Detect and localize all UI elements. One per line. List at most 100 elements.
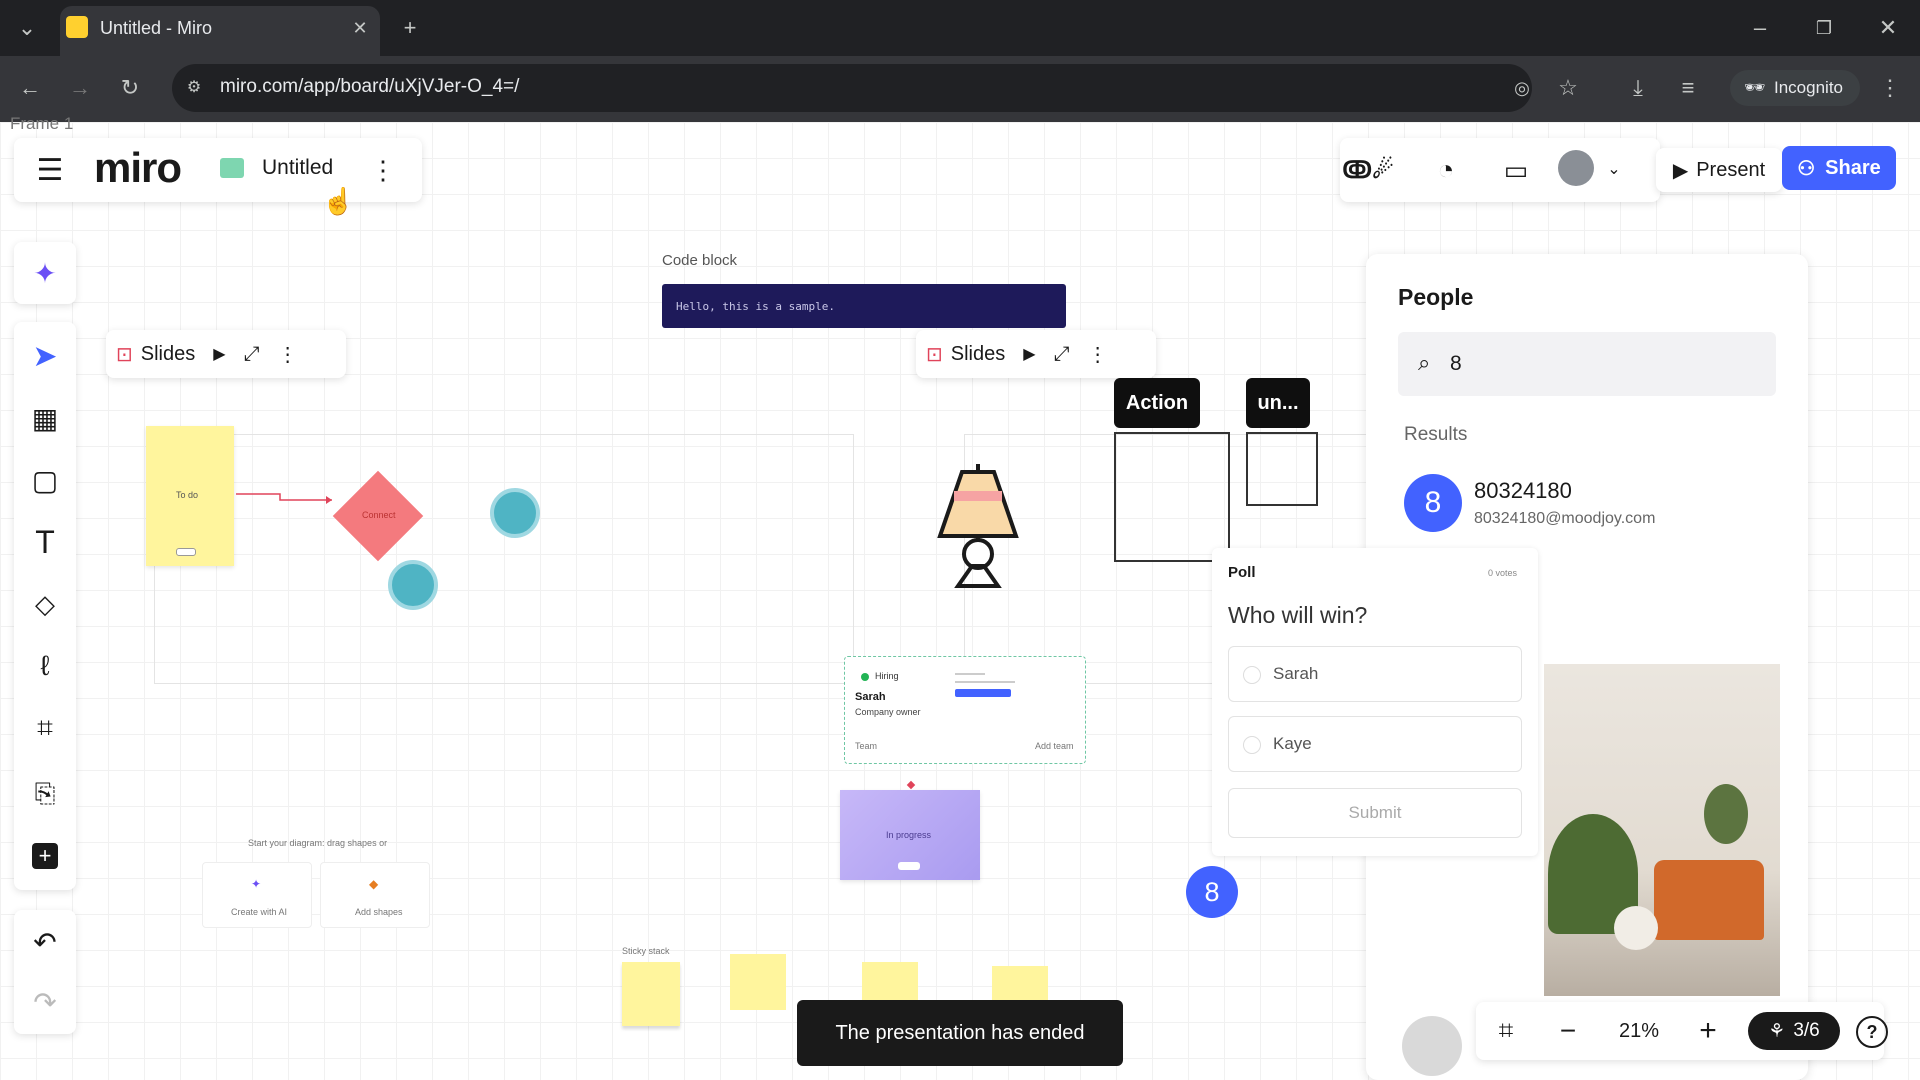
sticky-note[interactable] — [730, 954, 786, 1010]
todo-label: To do — [176, 490, 199, 500]
frame-tool-icon[interactable]: ⌗ — [14, 700, 76, 756]
incognito-icon: 🕶 — [1744, 78, 1766, 97]
create-ai-label: Create with AI — [231, 907, 288, 917]
slides-more-icon[interactable]: ⋮ — [1088, 342, 1108, 367]
tab-list-icon[interactable]: ⌄ — [9, 10, 45, 46]
comments-icon[interactable]: ◔ — [1424, 150, 1468, 190]
bookmark-star-icon[interactable]: ☆ — [1550, 70, 1586, 106]
sticky-note-icon[interactable]: ▢ — [14, 452, 76, 508]
people-search-input[interactable]: ⌕ 8 — [1398, 332, 1776, 396]
new-tab-icon[interactable]: + — [392, 10, 428, 46]
pages-count: 3/6 — [1793, 1020, 1820, 1041]
collaborator-avatar[interactable] — [388, 560, 438, 610]
upload-icon[interactable]: ⎘ — [14, 766, 76, 822]
download-icon[interactable]: ⤓ — [1620, 70, 1656, 106]
frame-label[interactable]: Frame 1 — [10, 114, 73, 134]
ai-toolbar: ✦ — [14, 242, 76, 304]
play-slides-icon[interactable]: ▶ — [213, 344, 225, 364]
add-shapes-button[interactable]: ◆ Add shapes — [320, 862, 430, 928]
poll-submit-button[interactable]: Submit — [1228, 788, 1522, 838]
code-block[interactable]: Hello, this is a sample. — [662, 284, 1066, 328]
board-menu-icon[interactable]: ⋮ — [368, 150, 398, 190]
connector-arrow[interactable] — [232, 488, 342, 508]
back-icon[interactable]: ← — [12, 70, 48, 106]
sticky-note[interactable] — [622, 962, 680, 1026]
interior-photo[interactable] — [1544, 664, 1780, 996]
miro-logo[interactable]: miro — [94, 144, 182, 192]
frame-outline[interactable] — [154, 434, 854, 684]
lasso-pen-icon[interactable]: ℓ — [14, 638, 76, 694]
creation-toolbar: ➤ ▦ ▢ T ◇ ℓ ⌗ ⎘ + — [14, 322, 76, 890]
expand-icon[interactable]: ⤢ — [1054, 343, 1070, 366]
slides-label[interactable]: Slides — [141, 343, 195, 366]
zoom-out-icon[interactable]: − — [1550, 1012, 1586, 1050]
slides-icon: ⊡ — [926, 343, 943, 366]
text-tool-icon[interactable]: T — [14, 514, 76, 570]
action-box[interactable] — [1114, 432, 1230, 562]
board-title[interactable]: Untitled — [262, 156, 333, 180]
forward-icon[interactable]: → — [62, 70, 98, 106]
user-avatar[interactable] — [1558, 150, 1594, 186]
reload-icon[interactable]: ↻ — [112, 70, 148, 106]
url-text[interactable]: miro.com/app/board/uXjVJer-O_4=/ — [220, 76, 519, 98]
reactions-icon[interactable]: ↂ☄ — [1336, 150, 1400, 190]
redo-icon[interactable]: ↷ — [14, 974, 76, 1030]
site-info-icon[interactable]: ⚙ — [176, 70, 212, 106]
undo-icon[interactable]: ↶ — [14, 914, 76, 970]
expand-icon[interactable]: ⤢ — [244, 343, 260, 366]
close-window-icon[interactable]: ✕ — [1870, 10, 1906, 46]
templates-icon[interactable]: ▦ — [14, 390, 76, 446]
incognito-badge[interactable]: 🕶 Incognito — [1730, 70, 1860, 106]
un-box[interactable] — [1246, 432, 1318, 506]
poll-option-sarah[interactable]: Sarah — [1228, 646, 1522, 702]
create-with-ai-button[interactable]: ✦ Create with AI — [202, 862, 312, 928]
eye-off-icon[interactable]: ◎ — [1504, 70, 1540, 106]
tab-title: Untitled - Miro — [100, 18, 213, 38]
onboarding-progress-button[interactable]: ⚘ 3/6 — [1748, 1012, 1840, 1050]
ai-sparkle-icon[interactable]: ✦ — [14, 245, 76, 301]
slides-more-icon[interactable]: ⋮ — [278, 342, 298, 367]
video-call-icon[interactable]: ▭ — [1494, 150, 1538, 190]
poll-option-label: Sarah — [1273, 664, 1319, 683]
minimize-icon[interactable]: – — [1742, 10, 1778, 46]
fit-frame-icon[interactable]: ⌗ — [1488, 1012, 1524, 1050]
collaborator-avatar[interactable] — [490, 488, 540, 538]
browser-menu-icon[interactable]: ⋮ — [1872, 70, 1908, 106]
help-icon[interactable]: ? — [1856, 1016, 1888, 1048]
todo-sticky[interactable]: To do — [146, 426, 234, 566]
in-progress-card[interactable]: In progress — [840, 790, 980, 880]
lamp-icon[interactable] — [926, 460, 1030, 592]
poll-widget[interactable]: Poll 0 votes Who will win? Sarah Kaye Su… — [1212, 548, 1538, 856]
present-button[interactable]: ▶ Present — [1656, 148, 1782, 192]
share-label: Share — [1825, 156, 1881, 179]
radio-icon — [1243, 666, 1261, 684]
zoom-in-icon[interactable]: + — [1690, 1012, 1726, 1050]
poll-option-kaye[interactable]: Kaye — [1228, 716, 1522, 772]
connect-diamond[interactable]: Connect — [332, 470, 424, 562]
chevron-down-icon[interactable]: ⌄ — [1600, 154, 1628, 184]
select-tool-icon[interactable]: ➤ — [14, 328, 76, 384]
poll-label: Poll — [1228, 564, 1256, 581]
user-cursor-badge[interactable]: 8 — [1186, 866, 1238, 918]
self-avatar[interactable] — [1402, 1016, 1462, 1076]
un-tag[interactable]: un... — [1246, 378, 1310, 428]
results-label: Results — [1404, 424, 1468, 445]
shapes-icon[interactable]: ◇ — [14, 576, 76, 632]
ai-icon: ✦ — [251, 877, 262, 891]
hiring-card[interactable]: Hiring Sarah Company owner Team Add team — [844, 656, 1086, 764]
main-menu-icon[interactable]: ☰ — [30, 150, 70, 190]
slides-label[interactable]: Slides — [951, 343, 1005, 366]
restore-icon[interactable]: ❐ — [1806, 10, 1842, 46]
zoom-level[interactable]: 21% — [1604, 1012, 1674, 1050]
close-tab-icon[interactable]: ✕ — [342, 10, 378, 46]
radio-icon — [1243, 736, 1261, 754]
slides-toolbar-right: ⊡ Slides ▶ ⤢ ⋮ — [916, 330, 1156, 378]
result-avatar[interactable]: 8 — [1404, 474, 1462, 532]
play-slides-icon[interactable]: ▶ — [1023, 344, 1035, 364]
action-tag[interactable]: Action — [1114, 378, 1200, 428]
result-name[interactable]: 80324180 — [1474, 478, 1572, 504]
more-tools-icon[interactable]: + — [14, 828, 76, 884]
gift-icon: ⚘ — [1768, 1020, 1786, 1042]
share-button[interactable]: ⚇ Share — [1782, 146, 1896, 190]
media-icon[interactable]: ≡ — [1670, 70, 1706, 106]
